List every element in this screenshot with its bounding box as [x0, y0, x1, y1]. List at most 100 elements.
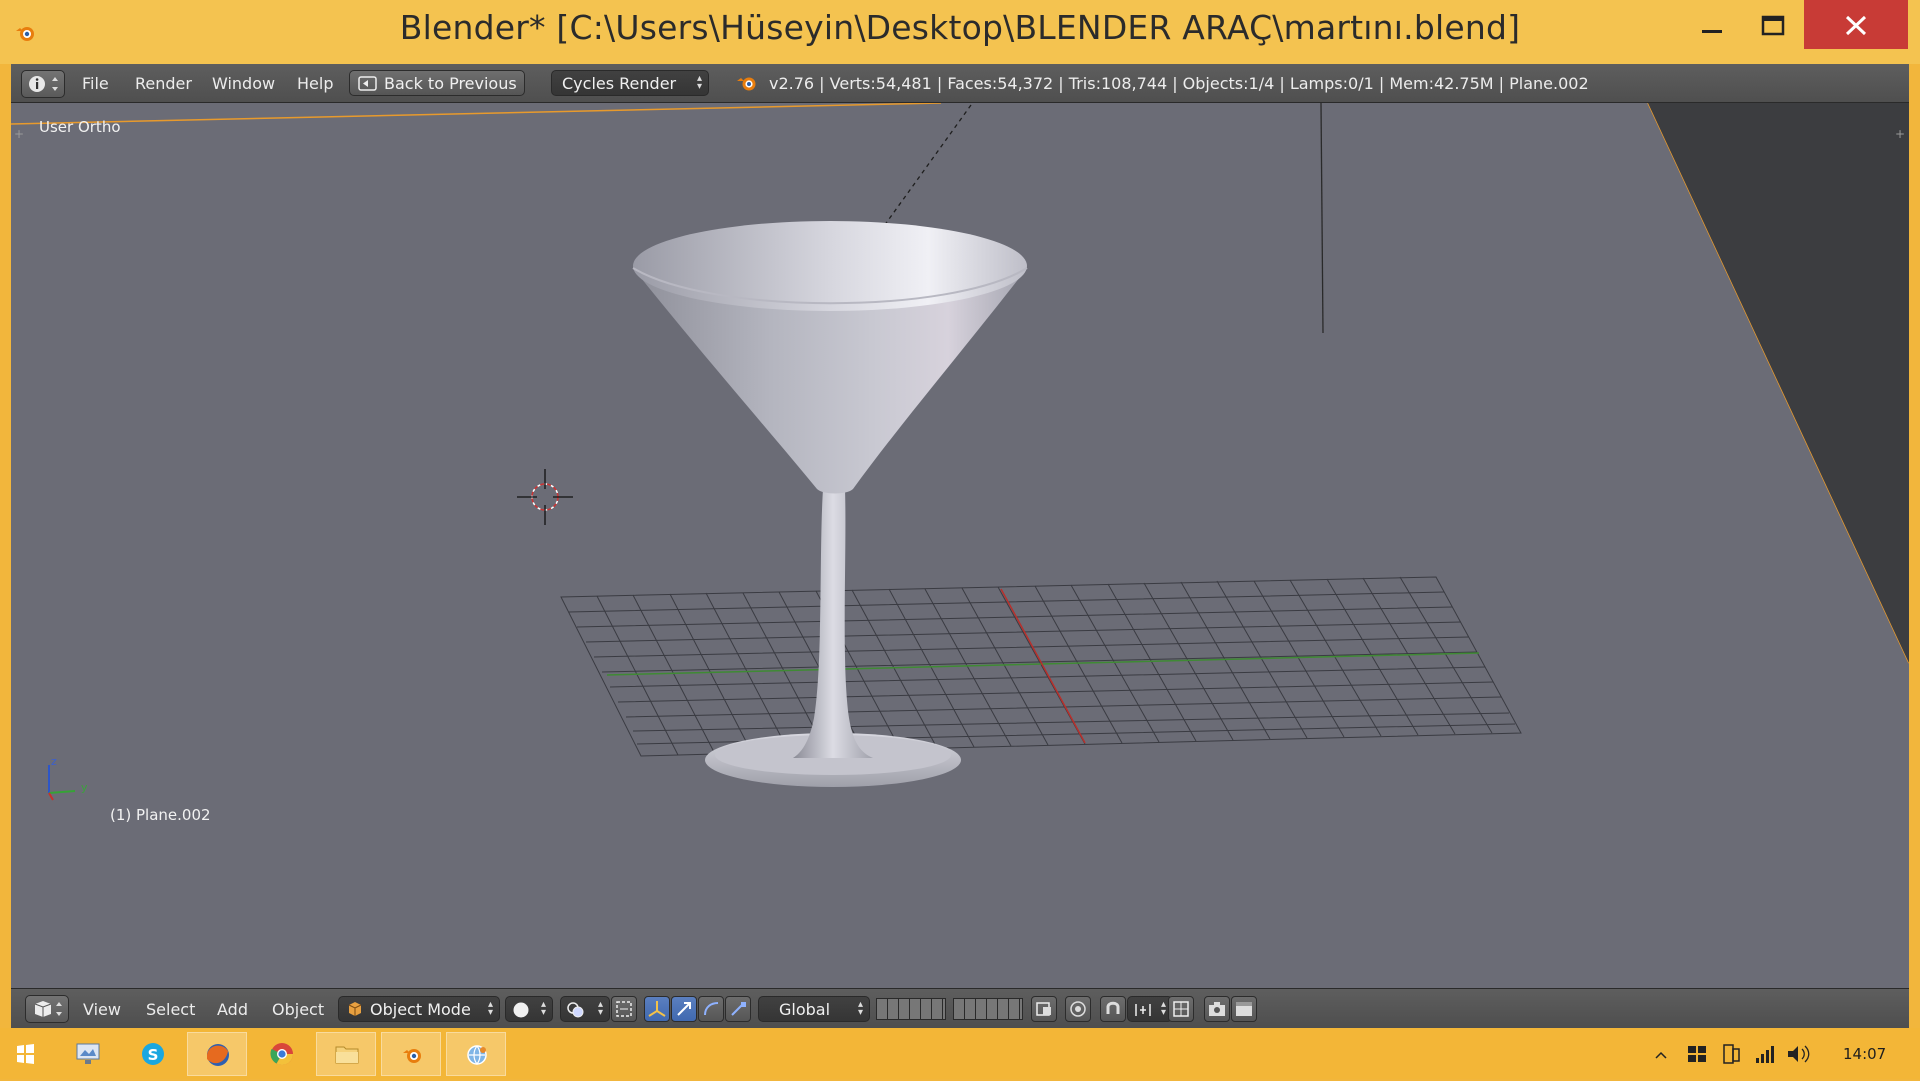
taskbar-network-app[interactable] [446, 1032, 506, 1076]
signal-icon [1756, 1046, 1774, 1063]
skype-icon: S [142, 1043, 164, 1065]
dropdown-arrows-icon: ▴ ▾ [487, 999, 493, 1018]
flag-icon [1688, 1046, 1706, 1062]
dropdown-arrows-icon: ▴ ▾ [597, 999, 603, 1018]
back-icon [358, 76, 377, 91]
y-axis-line [606, 652, 1480, 676]
windows-logo-icon [17, 1044, 34, 1064]
taskbar-desktop-app[interactable] [58, 1032, 118, 1076]
lock-layers-button[interactable] [1031, 996, 1057, 1022]
dropdown-arrows-icon: ▴ ▾ [540, 999, 546, 1018]
window-title-bar: Blender* [C:\Users\Hüseyin\Desktop\BLEND… [0, 0, 1920, 64]
volume-icon [1788, 1045, 1810, 1063]
taskbar-blender[interactable] [381, 1032, 441, 1076]
chrome-icon [270, 1043, 293, 1065]
taskbar-skype[interactable]: S [123, 1032, 183, 1076]
dropdown-arrows-icon: ▴ ▾ [857, 999, 863, 1018]
mode-dropdown[interactable]: Object Mode ▴ ▾ [338, 996, 500, 1022]
3d-view-icon [34, 1001, 62, 1017]
camera-icon [1209, 1002, 1225, 1016]
snap-target-icon [1173, 1001, 1189, 1017]
shading-dropdown[interactable]: ▴ ▾ [505, 996, 553, 1022]
editor-type-button[interactable] [21, 70, 65, 98]
menu-view[interactable]: View [83, 1000, 121, 1019]
active-object-label: (1) Plane.002 [110, 806, 211, 824]
maximize-icon [1761, 15, 1785, 36]
scene-canvas[interactable] [11, 103, 1909, 988]
menu-add[interactable]: Add [217, 1000, 248, 1019]
window-title: Blender* [C:\Users\Hüseyin\Desktop\BLEND… [399, 8, 1521, 47]
martini-glass-object[interactable] [632, 221, 1028, 787]
orientation-label: Global [779, 1000, 831, 1019]
axis-y-label: y [81, 781, 88, 794]
rotate-tool-button[interactable] [698, 996, 724, 1022]
mode-label: Object Mode [370, 1000, 471, 1019]
system-tray[interactable] [1648, 1042, 1818, 1066]
battery-icon [1723, 1044, 1740, 1064]
axis-gizmo [48, 765, 76, 801]
render-animation-button[interactable] [1231, 996, 1257, 1022]
properties-toggle-icon[interactable]: + [1895, 127, 1905, 141]
editor-type-button[interactable] [25, 995, 69, 1023]
maximize-button[interactable] [1742, 0, 1804, 49]
taskbar-chrome[interactable] [252, 1032, 312, 1076]
move-tool-button[interactable] [671, 996, 697, 1022]
3d-viewport[interactable]: User Ortho z y (1) Plane.002 + + [11, 103, 1909, 988]
taskbar-firefox[interactable] [187, 1032, 247, 1076]
close-button[interactable] [1804, 0, 1908, 49]
back-to-previous-button[interactable]: Back to Previous [349, 70, 525, 96]
camera-object[interactable] [11, 103, 1909, 664]
clock: 14:07 [1843, 1045, 1887, 1063]
menu-render[interactable]: Render [135, 74, 192, 93]
blender-window: File Render Window Help Back to Previous… [11, 64, 1909, 1029]
info-icon [29, 76, 58, 92]
minimize-button[interactable] [1680, 0, 1742, 49]
render-engine-dropdown[interactable]: Cycles Render ▴ ▾ [551, 70, 709, 96]
firefox-icon [207, 1044, 229, 1066]
layers-grid-2[interactable] [953, 998, 1023, 1020]
manipulator-toggle-button[interactable] [611, 996, 637, 1022]
toolshelf-toggle-icon[interactable]: + [14, 127, 24, 141]
pivot-dropdown[interactable]: ▴ ▾ [560, 996, 610, 1022]
orientation-dropdown[interactable]: Global ▴ ▾ [758, 996, 870, 1022]
menu-help[interactable]: Help [297, 74, 333, 93]
translate-manipulator-button[interactable] [644, 996, 670, 1022]
snap-toggle-button[interactable] [1100, 996, 1126, 1022]
dropdown-arrows-icon: ▴ ▾ [696, 73, 702, 92]
3d-view-header: View Select Add Object Object Mode ▴ ▾ ▴ ▾… [11, 988, 1909, 1029]
network-app-icon [467, 1045, 487, 1065]
taskbar-file-explorer[interactable] [316, 1032, 376, 1076]
layers-grid-1[interactable] [876, 998, 946, 1020]
snap-element-dropdown[interactable]: ▴ ▾ [1127, 996, 1173, 1022]
menu-select[interactable]: Select [146, 1000, 195, 1019]
info-header: File Render Window Help Back to Previous… [11, 64, 1909, 103]
start-button[interactable] [0, 1032, 50, 1076]
object-mode-icon [348, 1002, 362, 1016]
svg-text:S: S [148, 1046, 159, 1064]
show-hidden-icons-icon [1655, 1051, 1667, 1059]
proportional-edit-icon [1070, 1001, 1086, 1017]
x-axis-line [1000, 588, 1086, 744]
floor-grid [560, 576, 1522, 757]
menu-window[interactable]: Window [212, 74, 275, 93]
rotate-icon [704, 1002, 719, 1016]
manipulator-icon [616, 1001, 632, 1017]
taskbar: S 14:07 [0, 1028, 1920, 1079]
render-opengl-button[interactable] [1204, 996, 1230, 1022]
menu-object[interactable]: Object [272, 1000, 324, 1019]
blender-icon [403, 1049, 421, 1063]
3d-cursor[interactable] [517, 469, 573, 525]
render-engine-label: Cycles Render [562, 74, 677, 93]
snap-target-button[interactable] [1168, 996, 1194, 1022]
view-label: User Ortho [39, 118, 121, 136]
menu-file[interactable]: File [82, 74, 109, 93]
snap-increment-icon [1135, 1004, 1151, 1016]
blender-logo-icon [737, 77, 756, 91]
proportional-editing-button[interactable] [1065, 996, 1091, 1022]
scene-stats: v2.76 | Verts:54,481 | Faces:54,372 | Tr… [769, 74, 1589, 93]
folder-icon [335, 1046, 359, 1064]
axis-z-label: z [51, 755, 57, 768]
close-icon [1845, 15, 1867, 36]
scale-tool-button[interactable] [725, 996, 751, 1022]
clapperboard-icon [1236, 1002, 1252, 1016]
